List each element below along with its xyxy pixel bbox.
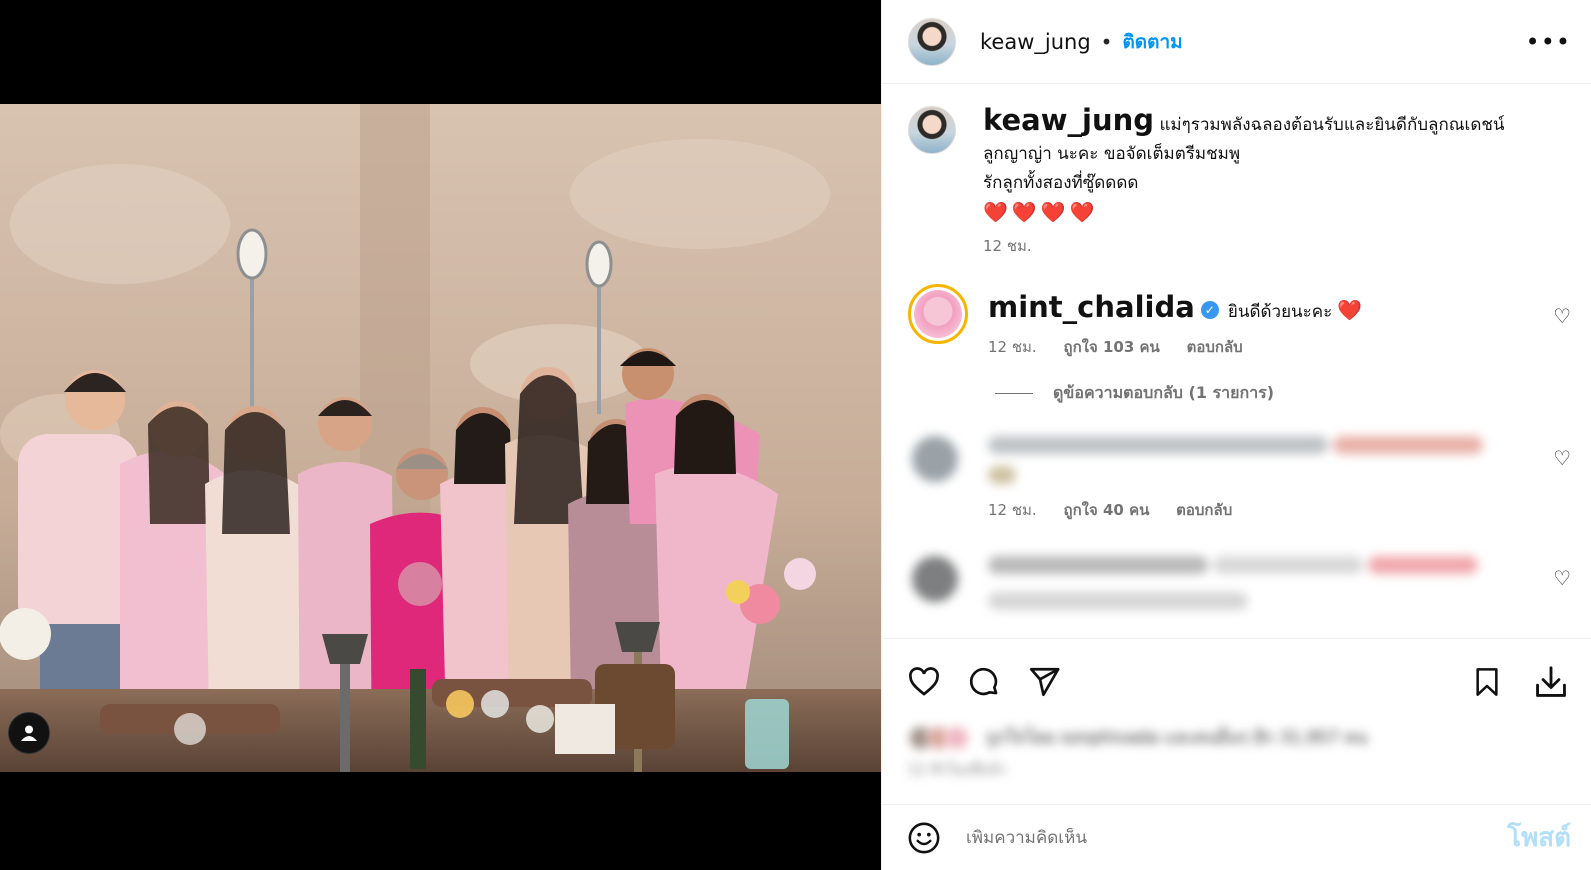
bookmark-icon[interactable] xyxy=(1467,662,1507,702)
post-photo[interactable] xyxy=(0,104,881,772)
commenter-avatar[interactable] xyxy=(912,556,958,602)
comment-text: ยินดีด้วยนะคะ xyxy=(1227,302,1333,322)
caption-text-line-2: ลูกญาญ่า นะคะ ขอจัดเต็มตรีมชมพู xyxy=(983,144,1241,164)
replies-divider xyxy=(995,393,1033,394)
comment-like-heart-icon[interactable]: ♡ xyxy=(1553,566,1571,590)
share-icon[interactable] xyxy=(1024,662,1064,702)
post-actions-bar xyxy=(882,638,1591,724)
comment-input[interactable] xyxy=(966,827,1508,848)
view-replies-label: ดูข้อความตอบกลับ (1 รายการ) xyxy=(1053,383,1275,402)
likes-count-text[interactable]: ถูกใจโดย sonphivada และคนอื่นๆ อีก 31,95… xyxy=(986,724,1367,751)
post-dialog: keaw_jung • ติดตาม ••• keaw_jung แม่ๆรวม… xyxy=(0,0,1591,870)
heart-icon[interactable] xyxy=(904,662,944,702)
caption-author-avatar[interactable] xyxy=(908,106,956,154)
group-photo xyxy=(0,104,881,772)
separator-dot: • xyxy=(1100,29,1113,54)
post-date[interactable]: 12 ชั่วโมงที่แล้ว xyxy=(908,759,1571,781)
comment-time[interactable]: 12 ชม. xyxy=(988,501,1037,519)
comment-like-count[interactable]: ถูกใจ 103 คน xyxy=(1063,338,1159,356)
comment-reply-button[interactable]: ตอบกลับ xyxy=(1187,338,1243,356)
commenter-avatar[interactable] xyxy=(912,436,958,482)
comment-item: 12 ชม. ถูกใจ 40 คน ตอบกลับ ♡ xyxy=(908,436,1571,522)
post-caption: keaw_jung แม่ๆรวมพลังฉลองต้อนรับและยินดี… xyxy=(908,84,1571,258)
caption-hearts: ❤️❤️❤️❤️ xyxy=(983,200,1099,224)
commenter-username[interactable]: mint_chalida xyxy=(988,290,1195,324)
likes-summary: ถูกใจโดย sonphivada และคนอื่นๆ อีก 31,95… xyxy=(882,724,1591,800)
comment-reply-button[interactable]: ตอบกลับ xyxy=(1176,501,1232,519)
caption-text-line-3: รักลูกทั้งสองที่ซู๊ดดดด xyxy=(983,173,1139,193)
blurred-comment-content xyxy=(988,556,1479,614)
post-media xyxy=(0,0,881,870)
user-tag-icon[interactable] xyxy=(8,712,50,754)
comment-item: mint_chalida ✓ ยินดีด้วยนะคะ ❤️ 12 ชม. ถู… xyxy=(908,284,1571,359)
comment-like-heart-icon[interactable]: ♡ xyxy=(1553,446,1571,470)
caption-time[interactable]: 12 ชม. xyxy=(983,237,1032,255)
comments-list[interactable]: keaw_jung แม่ๆรวมพลังฉลองต้อนรับและยินดี… xyxy=(882,84,1591,638)
author-avatar[interactable] xyxy=(908,17,956,66)
post-side-panel: keaw_jung • ติดตาม ••• keaw_jung แม่ๆรวม… xyxy=(881,0,1591,870)
caption-author-username[interactable]: keaw_jung xyxy=(983,103,1154,137)
more-options-icon[interactable]: ••• xyxy=(1526,28,1571,56)
follow-button[interactable]: ติดตาม xyxy=(1122,27,1182,57)
comment-like-heart-icon[interactable]: ♡ xyxy=(1553,304,1571,328)
blurred-comment-content xyxy=(988,436,1484,488)
post-comment-button[interactable]: โพสต์ xyxy=(1507,817,1571,858)
emoji-icon[interactable] xyxy=(904,818,944,858)
comment-time[interactable]: 12 ชม. xyxy=(988,338,1037,356)
comment-like-count[interactable]: ถูกใจ 40 คน xyxy=(1063,501,1149,519)
feed-edge xyxy=(882,632,1591,638)
view-replies-button[interactable]: ดูข้อความตอบกลับ (1 รายการ) xyxy=(995,381,1571,406)
author-username[interactable]: keaw_jung xyxy=(980,30,1091,54)
verified-badge-icon: ✓ xyxy=(1200,301,1219,319)
comment-heart: ❤️ xyxy=(1337,298,1363,322)
download-icon[interactable] xyxy=(1531,662,1571,702)
commenter-avatar[interactable] xyxy=(908,284,968,344)
caption-text-line-1: แม่ๆรวมพลังฉลองต้อนรับและยินดีกับลูกณเดช… xyxy=(1159,115,1505,135)
add-comment-bar: โพสต์ xyxy=(882,804,1591,870)
comment-icon[interactable] xyxy=(964,662,1004,702)
comment-item: ♡ xyxy=(908,556,1571,614)
post-header: keaw_jung • ติดตาม ••• xyxy=(882,0,1591,84)
liker-avatars[interactable] xyxy=(908,724,970,751)
